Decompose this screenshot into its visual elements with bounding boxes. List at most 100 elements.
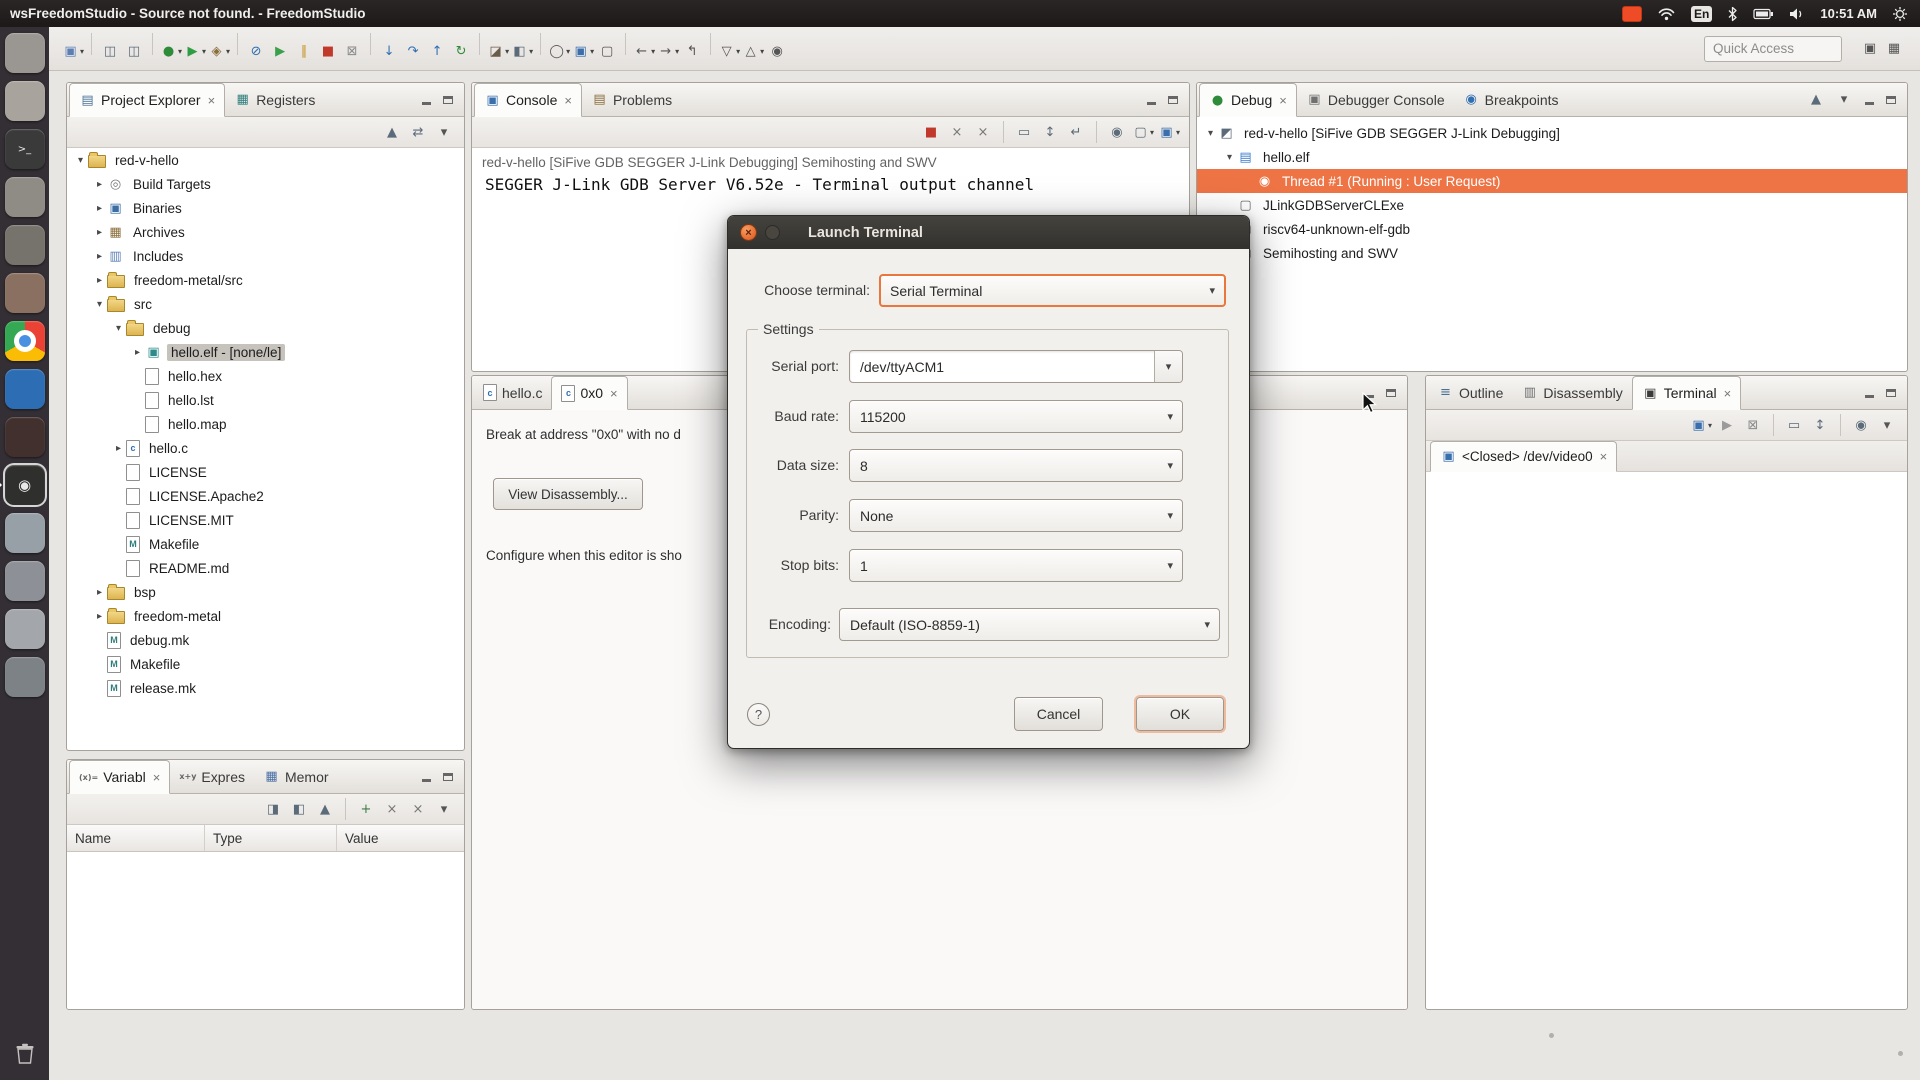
view-menu-button[interactable]: ▾ (433, 120, 455, 144)
tab-console[interactable]: ▣ Console × (474, 83, 582, 117)
tab-terminal[interactable]: ▣ Terminal × (1631, 376, 1742, 410)
tree-item[interactable]: hello.map (67, 412, 464, 436)
restart-button[interactable]: ↻ (450, 40, 472, 64)
tree-item[interactable]: ▸ ◎ Build Targets (67, 172, 464, 196)
save-all-button[interactable]: ◫ (123, 40, 145, 64)
build-button[interactable]: ◪ ▾ (487, 40, 509, 64)
minimize-panel-button[interactable] (1142, 91, 1160, 109)
freedomstudio-launcher-icon[interactable]: ◉ (0, 465, 45, 505)
expand-arrow-icon[interactable]: ▸ (92, 587, 107, 598)
tree-item[interactable]: LICENSE (67, 460, 464, 484)
tree-item[interactable]: ▾ ◩ red-v-hello [SiFive GDB SEGGER J-Link … (1197, 121, 1907, 145)
close-tab-icon[interactable]: × (610, 386, 618, 401)
tree-item[interactable]: hello.hex (67, 364, 464, 388)
show-type-names-button[interactable]: ◨ (262, 797, 284, 821)
close-tab-icon[interactable]: × (1279, 93, 1287, 108)
dropdown-arrow-icon[interactable]: ▾ (1204, 618, 1210, 631)
expand-arrow-icon[interactable]: ▸ (92, 203, 107, 214)
tree-item[interactable]: ▸ ▥ Includes (67, 244, 464, 268)
tree-item[interactable]: M Makefile (67, 652, 464, 676)
dropdown-arrow-icon[interactable]: ▾ (1167, 410, 1173, 423)
collapse-arrow-icon[interactable]: ▾ (92, 299, 107, 310)
clear-terminal-button[interactable]: ▭ (1783, 413, 1805, 437)
pin-terminal-button[interactable]: ◉ (1850, 413, 1872, 437)
tree-item[interactable]: ▸ ▣ Binaries (67, 196, 464, 220)
expand-arrow-icon[interactable]: ▸ (92, 227, 107, 238)
close-tab-icon[interactable]: × (153, 770, 161, 785)
tree-item[interactable]: Mrelease.mk (67, 676, 464, 700)
tree-item[interactable]: ▸ freedom-metal (67, 604, 464, 628)
resume-button[interactable]: ▶ (269, 40, 291, 64)
collapse-arrow-icon[interactable]: ▾ (73, 155, 88, 166)
step-into-button[interactable]: ↓ (378, 40, 400, 64)
close-tab-icon[interactable]: × (564, 93, 572, 108)
battery-icon[interactable] (1753, 7, 1774, 21)
debug-button[interactable]: ● ▾ (160, 40, 182, 64)
minimize-panel-button[interactable] (417, 91, 435, 109)
dropdown-arrow-icon[interactable]: ▾ (1167, 559, 1173, 572)
prev-annotation-button[interactable]: △ ▾ (742, 40, 765, 64)
clear-console-button[interactable]: ▭ (1013, 120, 1035, 144)
remove-all-terminated-button[interactable]: × (972, 120, 994, 144)
open-console-button[interactable]: ▣ ▾ (1158, 120, 1180, 144)
tree-item[interactable]: Mdebug.mk (67, 628, 464, 652)
tab-problems[interactable]: ▤ Problems (582, 83, 681, 116)
last-edit-location-button[interactable]: ↰ (681, 40, 703, 64)
skip-breakpoints-button[interactable]: ⊘ (245, 40, 267, 64)
chrome-launcher-icon[interactable] (4, 321, 45, 361)
expand-arrow-icon[interactable]: ▸ (92, 611, 107, 622)
dark-app-launcher-icon[interactable] (4, 417, 45, 457)
disconnect-button[interactable]: ⊠ (1742, 413, 1764, 437)
media-app-launcher-icon[interactable] (4, 369, 45, 409)
column-header-value[interactable]: Value (337, 825, 464, 851)
app-1-launcher-icon[interactable] (4, 513, 45, 553)
step-over-button[interactable]: ↷ (402, 40, 424, 64)
files-launcher-icon[interactable] (4, 81, 45, 121)
new-wizard-button[interactable]: ▣ ▾ (62, 40, 84, 64)
dash-launcher-icon[interactable] (4, 33, 45, 73)
tab-hello-c[interactable]: c hello.c (474, 376, 551, 409)
run-button[interactable]: ▶ ▾ (184, 40, 207, 64)
tree-item[interactable]: ▢riscv64-unknown-elf-gdb (1197, 217, 1907, 241)
tree-item[interactable]: ▾ red-v-hello (67, 148, 464, 172)
tab-disassembly[interactable]: ▥ Disassembly (1512, 376, 1631, 409)
tab-closed-dev-video0[interactable]: ▣ <Closed> /dev/video0 × (1430, 441, 1618, 472)
maximize-panel-button[interactable] (439, 91, 457, 109)
tree-item[interactable]: ▸ ▦ Archives (67, 220, 464, 244)
view-menu-button[interactable]: ▾ (1833, 88, 1855, 112)
parity-combo[interactable]: None ▾ (849, 499, 1183, 532)
expand-arrow-icon[interactable]: ▸ (111, 443, 126, 454)
terminal-view-menu-button[interactable]: ▾ (1876, 413, 1898, 437)
connect-button[interactable]: ▶ (1716, 413, 1738, 437)
session-menu-icon[interactable] (1892, 6, 1908, 22)
external-tools-button[interactable]: ◈ ▾ (208, 40, 231, 64)
tree-item[interactable]: ▾ src (67, 292, 464, 316)
display-monitor-button[interactable]: ▢ (596, 40, 618, 64)
perspectives-button[interactable]: ▦ (1883, 37, 1905, 61)
save-button[interactable]: ◫ (99, 40, 121, 64)
tree-item[interactable]: ▸ c hello.c (67, 436, 464, 460)
close-tab-icon[interactable]: × (1724, 386, 1732, 401)
word-wrap-button[interactable]: ↵ (1065, 120, 1087, 144)
dialog-title-bar[interactable]: × Launch Terminal (728, 216, 1249, 249)
minimize-panel-button[interactable] (1860, 384, 1878, 402)
app-3-launcher-icon[interactable] (4, 609, 45, 649)
close-tab-icon[interactable]: × (1600, 449, 1608, 464)
open-perspective-button[interactable]: ▣ (1859, 37, 1881, 61)
dropdown-button[interactable]: ▾ (1154, 351, 1182, 382)
show-logical-structure-button[interactable]: ◧ (288, 797, 310, 821)
tree-item[interactable]: hello.lst (67, 388, 464, 412)
maximize-panel-button[interactable] (1382, 384, 1400, 402)
view-menu-button[interactable]: ▾ (433, 797, 455, 821)
new-watch-expression-button[interactable]: + (355, 797, 377, 821)
volume-icon[interactable] (1789, 7, 1805, 21)
terminate-button[interactable]: ■ (920, 120, 942, 144)
tree-item[interactable]: README.md (67, 556, 464, 580)
forward-button[interactable]: → ▾ (657, 40, 679, 64)
search-button[interactable]: ◯ ▾ (548, 40, 570, 64)
quick-access-input[interactable]: Quick Access (1704, 35, 1842, 62)
tree-item[interactable]: LICENSE.MIT (67, 508, 464, 532)
data-size-combo[interactable]: 8 ▾ (849, 449, 1183, 482)
recording-indicator-icon[interactable] (1622, 5, 1643, 22)
tab-registers[interactable]: ▦ Registers (225, 83, 324, 116)
